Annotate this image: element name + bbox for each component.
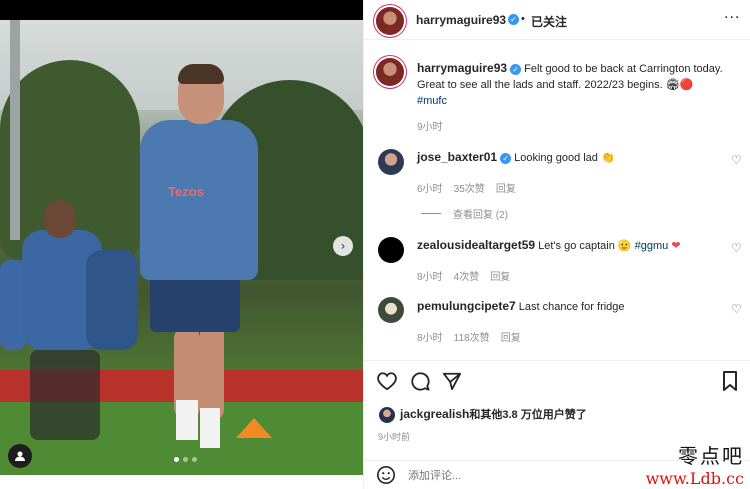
follow-status-button[interactable]: 已关注: [531, 13, 567, 30]
comment-likes[interactable]: 4次赞: [454, 272, 480, 283]
background-player: [86, 250, 138, 350]
verified-icon: ✓: [500, 152, 512, 164]
comment-input[interactable]: [408, 467, 648, 485]
comment-username[interactable]: zealousidealtarget59: [417, 238, 535, 252]
heart-icon[interactable]: ♡: [731, 153, 742, 167]
commenter-avatar[interactable]: [378, 237, 404, 263]
comment-time: 6小时: [417, 184, 443, 195]
commenter-avatar[interactable]: [378, 297, 404, 323]
chevron-right-icon[interactable]: ›: [333, 236, 353, 256]
comment-body: Looking good lad 👏: [514, 152, 615, 164]
reply-button[interactable]: 回复: [496, 184, 516, 195]
post-details-panel: harrymaguire93 ✓ • 已关注 ··· harrymaguire9…: [363, 0, 750, 489]
player-shirt: [140, 120, 258, 280]
comment-body: Last chance for fridge: [518, 301, 625, 313]
shirt-sponsor: Tezos: [168, 184, 204, 199]
verified-icon: ✓: [508, 14, 519, 25]
caption-emoji: 🏟🔴: [665, 79, 694, 91]
player-leg: [200, 320, 224, 420]
comment-meta: 6小时 35次赞 回复: [417, 177, 516, 196]
view-replies-button[interactable]: 查看回复 (2): [421, 206, 508, 221]
share-send-icon[interactable]: [442, 371, 462, 396]
author-avatar[interactable]: [376, 58, 404, 86]
background-player-head: [44, 200, 76, 238]
person-icon[interactable]: [8, 444, 32, 468]
verified-icon: ✓: [510, 63, 522, 75]
author-username[interactable]: harrymaguire93: [416, 13, 506, 27]
carousel-dot[interactable]: [174, 457, 179, 462]
smiley-icon[interactable]: [376, 465, 396, 489]
like-heart-icon[interactable]: [376, 371, 398, 396]
heart-icon[interactable]: ♡: [731, 302, 742, 316]
comment-text: jose_baxter01 ✓ Looking good lad 👏: [417, 149, 615, 166]
caption-username[interactable]: harrymaguire93: [417, 61, 507, 75]
view-replies-label[interactable]: 查看回复 (2): [453, 206, 508, 221]
background-player-legs: [30, 350, 100, 440]
replies-line: [421, 213, 441, 214]
carousel-dot[interactable]: [192, 457, 197, 462]
heart-icon[interactable]: ♡: [731, 241, 742, 255]
comment-text: pemulungcipete7 Last chance for fridge: [417, 298, 625, 315]
comment-bubble-icon[interactable]: [410, 371, 430, 396]
post-header: harrymaguire93 ✓ • 已关注 ···: [364, 0, 750, 40]
post-photo[interactable]: Tezos ›: [0, 20, 363, 475]
player-sock: [200, 408, 220, 448]
heart-emoji: ❤: [671, 240, 681, 252]
liker-avatar[interactable]: [379, 407, 395, 423]
likes-summary-text[interactable]: 和其他3.8 万位用户赞了: [469, 409, 586, 421]
top-black-strip: [0, 0, 363, 20]
likes-summary[interactable]: jackgrealish和其他3.8 万位用户赞了: [400, 406, 587, 423]
comment-time: 8小时: [417, 333, 443, 344]
site-watermark: 零点吧 www.Ldb.cc: [646, 440, 744, 488]
separator-dot: •: [521, 13, 525, 25]
player-hair: [178, 64, 224, 84]
comment-username[interactable]: jose_baxter01: [417, 150, 497, 164]
hashtag-link[interactable]: #mufc: [417, 95, 447, 107]
carousel-dot[interactable]: [183, 457, 188, 462]
bookmark-icon[interactable]: [722, 371, 738, 396]
liker-username[interactable]: jackgrealish: [400, 407, 469, 421]
comment-likes[interactable]: 118次赞: [454, 333, 490, 344]
reply-button[interactable]: 回复: [490, 272, 510, 283]
comment-meta: 8小时 118次赞 回复: [417, 326, 521, 345]
watermark-url: www.Ldb.cc: [645, 469, 744, 488]
comment-body: Let's go captain 🫡: [538, 240, 635, 252]
commenter-avatar[interactable]: [378, 149, 404, 175]
caption-time: 9小时: [417, 122, 443, 133]
post-time: 9小时前: [378, 432, 411, 442]
photo-pole: [10, 20, 20, 240]
reply-button[interactable]: 回复: [501, 333, 521, 344]
carousel-dots: [174, 457, 197, 462]
more-horizontal-icon[interactable]: ···: [724, 10, 740, 26]
comment-username[interactable]: pemulungcipete7: [417, 299, 516, 313]
player-sock: [176, 400, 198, 440]
training-cone: [236, 418, 272, 438]
comment-time: 8小时: [417, 272, 443, 283]
watermark-title: 零点吧: [678, 444, 744, 468]
comment-meta: 8小时 4次赞 回复: [417, 265, 510, 284]
hashtag-link[interactable]: #ggmu: [635, 240, 669, 252]
caption-text: harrymaguire93 ✓ Felt good to be back at …: [417, 60, 737, 109]
comment-text: zealousidealtarget59 Let's go captain 🫡 …: [417, 237, 681, 254]
comment-likes[interactable]: 35次赞: [454, 184, 485, 195]
author-avatar[interactable]: [376, 7, 404, 35]
